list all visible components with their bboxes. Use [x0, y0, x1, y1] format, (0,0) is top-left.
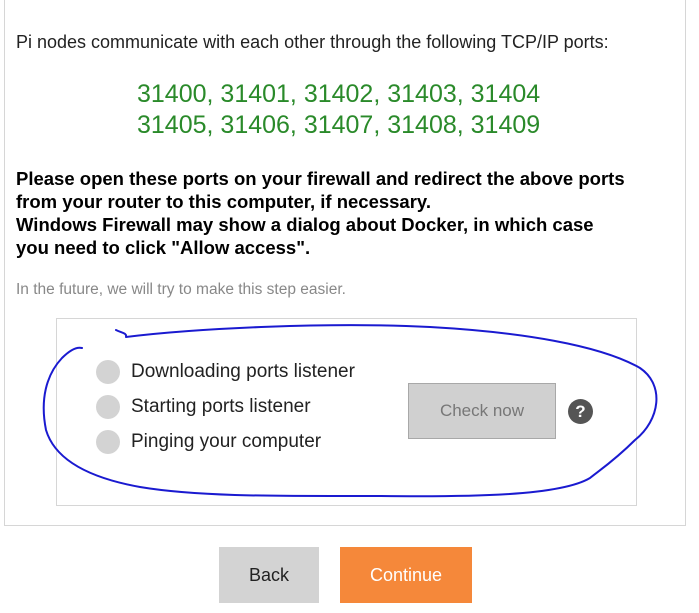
- firewall-warning: Please open these ports on your firewall…: [16, 167, 682, 259]
- back-button[interactable]: Back: [219, 547, 319, 603]
- status-dot-icon: [96, 395, 120, 419]
- step-downloading: Downloading ports listener: [96, 359, 355, 385]
- step-label: Downloading ports listener: [131, 361, 355, 382]
- intro-text: Pi nodes communicate with each other thr…: [16, 32, 609, 52]
- ports-line-1: 31400, 31401, 31402, 31403, 31404: [137, 80, 541, 108]
- ports-panel: Pi nodes communicate with each other thr…: [4, 0, 686, 526]
- future-note: In the future, we will try to make this …: [16, 281, 346, 298]
- help-icon[interactable]: ?: [568, 399, 593, 424]
- warning-line-4: you need to click "Allow access".: [16, 237, 311, 258]
- port-check-box: Downloading ports listener Starting port…: [56, 318, 637, 506]
- warning-line-3: Windows Firewall may show a dialog about…: [16, 214, 594, 235]
- step-pinging: Pinging your computer: [96, 429, 321, 455]
- check-now-button[interactable]: Check now: [408, 383, 556, 439]
- status-dot-icon: [96, 360, 120, 384]
- ports-list: 31400, 31401, 31402, 31403, 31404 31405,…: [137, 79, 540, 141]
- status-dot-icon: [96, 430, 120, 454]
- step-starting: Starting ports listener: [96, 394, 311, 420]
- warning-line-1: Please open these ports on your firewall…: [16, 168, 625, 189]
- ports-line-2: 31405, 31406, 31407, 31408, 31409: [137, 111, 541, 139]
- warning-line-2: from your router to this computer, if ne…: [16, 191, 431, 212]
- step-label: Starting ports listener: [131, 396, 311, 417]
- step-label: Pinging your computer: [131, 431, 322, 452]
- continue-button[interactable]: Continue: [340, 547, 472, 603]
